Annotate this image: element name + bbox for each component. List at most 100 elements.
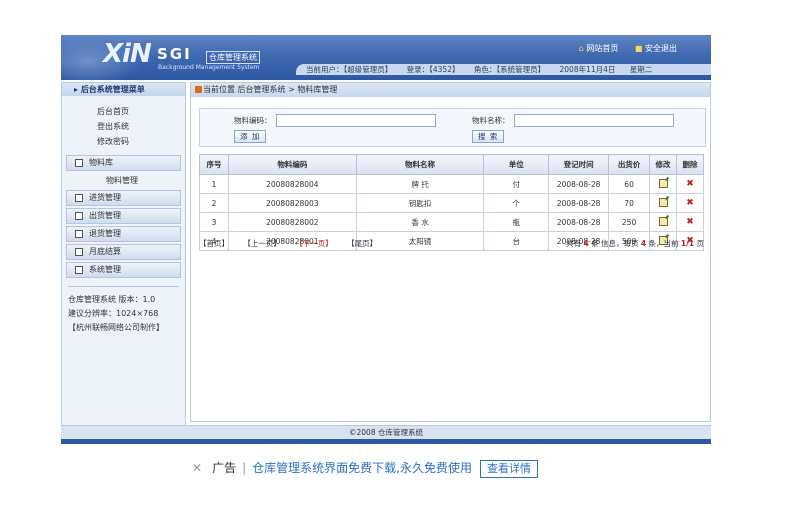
name-input[interactable]	[514, 114, 674, 127]
col-price: 出货价	[608, 154, 651, 175]
cell-name: 香 水	[355, 212, 485, 232]
current-weekday: 星期二	[629, 65, 653, 74]
pagination: 【首页】 【上一页】 【下一页】 【尾页】 共有 4 条 信息，每页 4 条，当…	[199, 238, 704, 250]
total-count: 4	[583, 239, 589, 248]
cell-price: 70	[608, 193, 651, 213]
expand-icon	[75, 193, 83, 202]
search-button[interactable]: 搜 索	[472, 130, 505, 143]
footer: ©2008 仓库管理系统	[61, 425, 711, 439]
system-info: 仓库管理系统 版本：1.0 建议分辨率：1024×768 【杭州联畅网络公司制作…	[68, 286, 179, 335]
current-page: 1/1	[680, 239, 695, 248]
delete-cell: ✖	[675, 212, 705, 232]
cell-index: 1	[199, 174, 229, 194]
login-count: 登录：【4352】	[406, 65, 460, 74]
cell-price: 250	[608, 212, 651, 232]
user-role: 角色：【系统管理员】	[473, 65, 546, 74]
menu-settlement[interactable]: 月底结算	[66, 244, 181, 260]
delete-cell: ✖	[675, 193, 705, 213]
prev-page-link[interactable]: 【上一页】	[243, 239, 281, 248]
cell-name: 牌 托	[355, 174, 485, 194]
menu-material-manage[interactable]: 物料管理	[62, 173, 185, 188]
edit-icon[interactable]	[658, 197, 668, 207]
edit-cell	[649, 174, 677, 194]
collapse-icon	[75, 158, 83, 167]
delete-icon[interactable]: ✖	[686, 179, 694, 189]
logo: XiN	[103, 39, 152, 69]
delete-icon[interactable]: ✖	[686, 198, 694, 208]
version-info: 仓库管理系统 版本：1.0	[68, 295, 156, 304]
pager-summary: 共有 4 条 信息，每页 4 条，当前 1/1 页	[566, 239, 704, 248]
cell-unit: 个	[483, 193, 550, 213]
expand-icon	[75, 265, 83, 274]
quick-links: 后台首页 登出系统 修改密码	[62, 96, 185, 153]
col-name: 物料名称	[355, 154, 485, 175]
cell-date: 2008-08-28	[548, 174, 610, 194]
menu-shipment[interactable]: 出货管理	[66, 208, 181, 224]
sidebar-link-password[interactable]: 修改密码	[97, 134, 185, 149]
ad-label: 广告	[212, 461, 237, 475]
home-link[interactable]: ⌂ 网站首页	[579, 44, 619, 53]
code-label: 物料编码：	[234, 116, 272, 125]
sidebar-link-home[interactable]: 后台首页	[97, 104, 185, 119]
cell-index: 2	[199, 193, 229, 213]
cell-unit: 瓶	[483, 212, 550, 232]
sidebar: ▸ 后台系统管理菜单 后台首页 登出系统 修改密码 物料库 物料管理 进货管理 …	[61, 82, 186, 444]
delete-icon[interactable]: ✖	[686, 217, 694, 227]
ad-bar: ✕ 广告 | 仓库管理系统界面免费下载,永久免费使用 查看详情	[192, 459, 538, 478]
cell-code: 20080828002	[227, 212, 357, 232]
user-info-bar: 当前用户：【超级管理员】 登录：【4352】 角色：【系统管理员】 2008年1…	[296, 64, 711, 75]
material-table: 序号 物料编码 物料名称 单位 登记时间 出货价 修改 删除 1 2008082…	[199, 154, 705, 251]
footer-strip	[61, 439, 711, 444]
code-input[interactable]	[276, 114, 436, 127]
name-label: 物料名称：	[472, 116, 510, 125]
logout-link[interactable]: ■ 安全退出	[635, 44, 677, 53]
current-date: 2008年11月4日	[559, 65, 616, 74]
close-icon[interactable]: ✕	[192, 461, 202, 475]
logo-subtitle: 仓库管理系统	[206, 51, 260, 64]
table-row: 2 20080828003 钥匙扣 个 2008-08-28 70 ✖	[199, 193, 705, 213]
delete-cell: ✖	[675, 174, 705, 194]
per-page-count: 4	[640, 239, 647, 248]
menu-system[interactable]: 系统管理	[66, 262, 181, 278]
col-index: 序号	[199, 154, 229, 175]
menu-return[interactable]: 退货管理	[66, 226, 181, 242]
menu-purchase[interactable]: 进货管理	[66, 190, 181, 206]
main-content: 当前位置 后台管理系统 > 物料库管理 物料编码： 添 加 物料名称： 搜 索 …	[190, 82, 711, 422]
ad-link[interactable]: 仓库管理系统界面免费下载,永久免费使用	[252, 461, 472, 475]
breadcrumb: 当前位置 后台管理系统 > 物料库管理	[191, 83, 710, 97]
cell-price: 60	[608, 174, 651, 194]
view-details-button[interactable]: 查看详情	[479, 460, 538, 478]
expand-icon	[75, 229, 83, 238]
expand-icon	[75, 211, 83, 220]
edit-icon[interactable]	[658, 178, 668, 188]
logo-english: Background Management System	[158, 64, 260, 71]
cell-code: 20080828004	[227, 174, 357, 194]
next-page-link[interactable]: 【下一页】	[295, 239, 333, 248]
col-unit: 单位	[483, 154, 550, 175]
cell-name: 钥匙扣	[355, 193, 485, 213]
edit-icon[interactable]	[658, 216, 668, 226]
logo-text: SGI	[157, 45, 192, 63]
table-header-row: 序号 物料编码 物料名称 单位 登记时间 出货价 修改 删除	[199, 154, 705, 175]
first-page-link[interactable]: 【首页】	[199, 239, 229, 248]
header: XiN SGI 仓库管理系统 Background Management Sys…	[61, 35, 711, 80]
add-button[interactable]: 添 加	[234, 130, 267, 143]
sidebar-link-logout[interactable]: 登出系统	[97, 119, 185, 134]
col-delete: 删除	[675, 154, 705, 175]
last-page-link[interactable]: 【尾页】	[347, 239, 377, 248]
cell-date: 2008-08-28	[548, 193, 610, 213]
author-info: 【杭州联畅网络公司制作】	[68, 323, 164, 332]
col-edit: 修改	[649, 154, 677, 175]
cell-index: 3	[199, 212, 229, 232]
cell-unit: 付	[483, 174, 550, 194]
menu-material[interactable]: 物料库	[66, 155, 181, 171]
edit-cell	[649, 212, 677, 232]
col-code: 物料编码	[227, 154, 357, 175]
home-icon: ⌂	[578, 44, 584, 53]
app-window: XiN SGI 仓库管理系统 Background Management Sys…	[61, 35, 711, 444]
top-links: ⌂ 网站首页 ■ 安全退出	[565, 43, 677, 54]
table-row: 1 20080828004 牌 托 付 2008-08-28 60 ✖	[199, 174, 705, 194]
divider: |	[242, 461, 247, 475]
table-row: 3 20080828002 香 水 瓶 2008-08-28 250 ✖	[199, 212, 705, 232]
lock-icon: ■	[634, 44, 643, 53]
